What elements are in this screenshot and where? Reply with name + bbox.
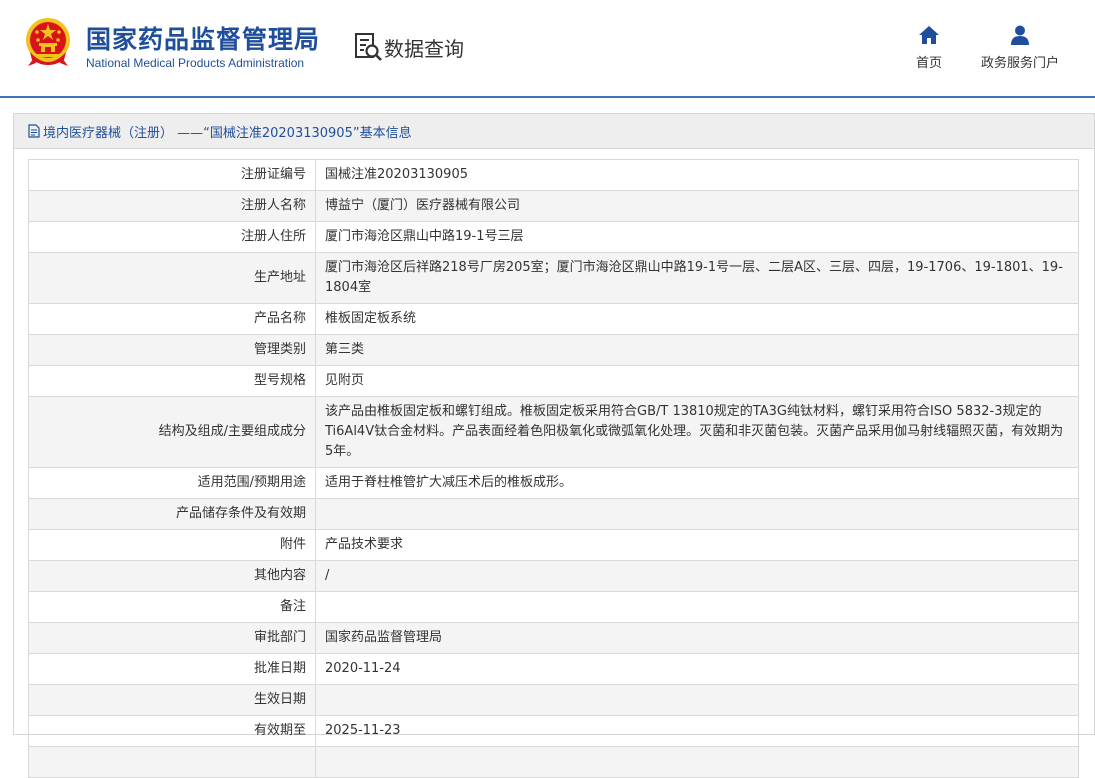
field-label: 注册人住所 xyxy=(28,221,316,253)
field-label: 结构及组成/主要组成成分 xyxy=(28,396,316,468)
table-row: 注册人名称 博益宁（厦门）医疗器械有限公司 xyxy=(28,190,1079,222)
table-row: 有效期至 2025-11-23 xyxy=(28,715,1079,747)
field-value xyxy=(315,498,1079,530)
detail-panel: 境内医疗器械（注册） ——“国械注准20203130905”基本信息 注册证编号… xyxy=(13,113,1095,778)
field-value: 厦门市海沧区后祥路218号厂房205室；厦门市海沧区鼎山中路19-1号一层、二层… xyxy=(315,252,1079,304)
field-label: 产品名称 xyxy=(28,303,316,335)
home-icon xyxy=(919,26,939,44)
table-row: 注册人住所 厦门市海沧区鼎山中路19-1号三层 xyxy=(28,221,1079,253)
nav-portal-label: 政务服务门户 xyxy=(980,56,1059,71)
field-value: 第三类 xyxy=(315,334,1079,366)
table-row: 产品储存条件及有效期 xyxy=(28,498,1079,530)
field-label: 其他内容 xyxy=(28,560,316,592)
field-value: 产品技术要求 xyxy=(315,529,1079,561)
site-header: 国家药品监督管理局 National Medical Products Admi… xyxy=(0,0,1095,98)
field-label: 批准日期 xyxy=(28,653,316,685)
nav-portal-button[interactable]: 政务服务门户 xyxy=(978,24,1062,71)
data-query-icon xyxy=(355,33,382,61)
nav-home-button[interactable]: 首页 xyxy=(908,24,950,71)
registration-info-table: 注册证编号 国械注准20203130905 注册人名称 博益宁（厦门）医疗器械有限公… xyxy=(28,159,1079,778)
field-value: / xyxy=(315,560,1079,592)
field-value: 该产品由椎板固定板和螺钉组成。椎板固定板采用符合GB/T 13810规定的TA3… xyxy=(315,396,1079,468)
table-row: 备注 xyxy=(28,591,1079,623)
field-value xyxy=(315,591,1079,623)
table-row: 批准日期 2020-11-24 xyxy=(28,653,1079,685)
panel-header: 境内医疗器械（注册） ——“国械注准20203130905”基本信息 xyxy=(14,114,1094,149)
field-label: 型号规格 xyxy=(28,365,316,397)
table-row: 附件 产品技术要求 xyxy=(28,529,1079,561)
field-label: 生效日期 xyxy=(28,684,316,716)
table-row xyxy=(28,746,1079,778)
field-value: 见附页 xyxy=(315,365,1079,397)
agency-name-en: National Medical Products Administration xyxy=(86,56,305,70)
field-value: 2020-11-24 xyxy=(315,653,1079,685)
field-value: 适用于脊柱椎管扩大减压术后的椎板成形。 xyxy=(315,467,1079,499)
field-value xyxy=(315,746,1079,778)
field-label: 管理类别 xyxy=(28,334,316,366)
table-row: 型号规格 见附页 xyxy=(28,365,1079,397)
field-value: 椎板固定板系统 xyxy=(315,303,1079,335)
table-row: 管理类别 第三类 xyxy=(28,334,1079,366)
field-value: 国家药品监督管理局 xyxy=(315,622,1079,654)
document-icon xyxy=(28,124,40,138)
field-value: 厦门市海沧区鼎山中路19-1号三层 xyxy=(315,221,1079,253)
user-icon xyxy=(1011,25,1029,45)
section-title: 数据查询 xyxy=(384,37,464,61)
table-row: 其他内容 / xyxy=(28,560,1079,592)
field-label xyxy=(28,746,316,778)
panel-title: 境内医疗器械（注册） ——“国械注准20203130905”基本信息 xyxy=(43,125,412,141)
table-row: 产品名称 椎板固定板系统 xyxy=(28,303,1079,335)
nav-home-label: 首页 xyxy=(915,56,942,71)
field-value xyxy=(315,684,1079,716)
field-label: 产品储存条件及有效期 xyxy=(28,498,316,530)
table-row: 审批部门 国家药品监督管理局 xyxy=(28,622,1079,654)
table-row: 适用范围/预期用途 适用于脊柱椎管扩大减压术后的椎板成形。 xyxy=(28,467,1079,499)
table-row: 生效日期 xyxy=(28,684,1079,716)
field-value: 博益宁（厦门）医疗器械有限公司 xyxy=(315,190,1079,222)
table-row: 注册证编号 国械注准20203130905 xyxy=(28,159,1079,191)
field-label: 附件 xyxy=(28,529,316,561)
table-row: 生产地址 厦门市海沧区后祥路218号厂房205室；厦门市海沧区鼎山中路19-1号一… xyxy=(28,252,1079,304)
field-label: 审批部门 xyxy=(28,622,316,654)
field-value: 2025-11-23 xyxy=(315,715,1079,747)
national-emblem-icon xyxy=(26,18,70,66)
table-row: 结构及组成/主要组成成分 该产品由椎板固定板和螺钉组成。椎板固定板采用符合GB/T… xyxy=(28,396,1079,468)
field-label: 生产地址 xyxy=(28,252,316,304)
field-label: 备注 xyxy=(28,591,316,623)
field-value: 国械注准20203130905 xyxy=(315,159,1079,191)
field-label: 适用范围/预期用途 xyxy=(28,467,316,499)
field-label: 注册人名称 xyxy=(28,190,316,222)
field-label: 注册证编号 xyxy=(28,159,316,191)
field-label: 有效期至 xyxy=(28,715,316,747)
agency-name-cn: 国家药品监督管理局 xyxy=(86,25,321,54)
